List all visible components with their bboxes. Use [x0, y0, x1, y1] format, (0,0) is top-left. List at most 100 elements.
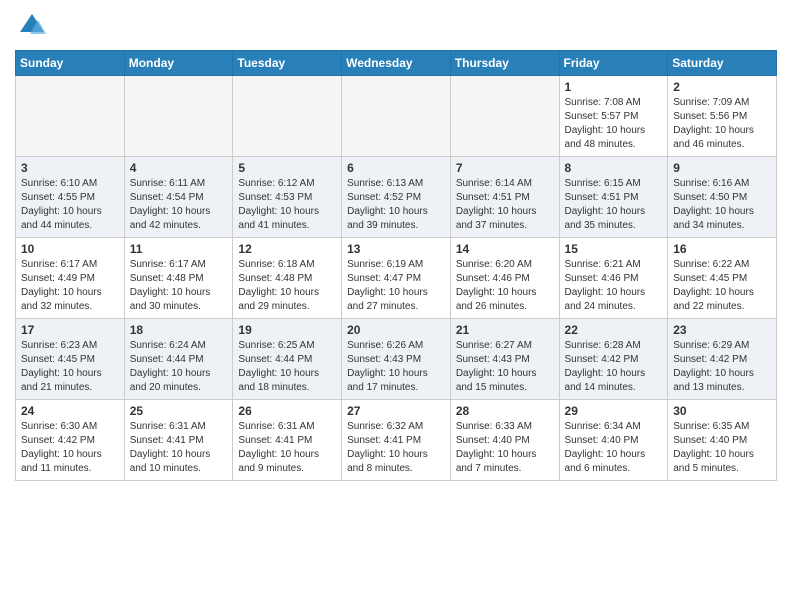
calendar-cell: 15 Sunrise: 6:21 AM Sunset: 4:46 PM Dayli…: [559, 238, 668, 319]
day-number: 10: [21, 242, 119, 256]
day-number: 11: [130, 242, 228, 256]
day-number: 19: [238, 323, 336, 337]
week-row-3: 10Sunrise: 6:17 AM Sunset: 4:49 PM Dayli…: [16, 238, 777, 319]
day-number: 18: [130, 323, 228, 337]
week-row-1: 1 Sunrise: 7:08 AM Sunset: 5:57 PM Daylig…: [16, 76, 777, 157]
day-info: Sunrise: 6:10 AM Sunset: 4:55 PM Dayligh…: [21, 177, 119, 233]
day-number: 4: [130, 161, 228, 175]
day-number: 24: [21, 404, 119, 418]
day-number: 26: [238, 404, 336, 418]
day-info: Sunrise: 6:19 AM Sunset: 4:47 PM Dayligh…: [347, 258, 445, 314]
day-info: Sunrise: 7:09 AM Sunset: 5:56 PM Dayligh…: [673, 96, 771, 152]
column-header-friday: Friday: [559, 51, 668, 76]
page-header: [15, 10, 777, 42]
day-number: 8: [565, 161, 663, 175]
day-info: Sunrise: 6:31 AM Sunset: 4:41 PM Dayligh…: [130, 420, 228, 476]
day-info: Sunrise: 6:21 AM Sunset: 4:46 PM Dayligh…: [565, 258, 663, 314]
day-info: Sunrise: 6:13 AM Sunset: 4:52 PM Dayligh…: [347, 177, 445, 233]
calendar-cell: 20 Sunrise: 6:26 AM Sunset: 4:43 PM Dayli…: [342, 319, 451, 400]
day-info: Sunrise: 6:33 AM Sunset: 4:40 PM Dayligh…: [456, 420, 554, 476]
day-number: 30: [673, 404, 771, 418]
day-number: 17: [21, 323, 119, 337]
calendar-cell: 6 Sunrise: 6:13 AM Sunset: 4:52 PM Daylig…: [342, 157, 451, 238]
logo-icon: [18, 12, 46, 40]
calendar-cell: 27 Sunrise: 6:32 AM Sunset: 4:41 PM Dayli…: [342, 400, 451, 481]
calendar-cell: [450, 76, 559, 157]
day-info: Sunrise: 6:18 AM Sunset: 4:48 PM Dayligh…: [238, 258, 336, 314]
calendar-cell: [16, 76, 125, 157]
day-info: Sunrise: 6:22 AM Sunset: 4:45 PM Dayligh…: [673, 258, 771, 314]
day-number: 1: [565, 80, 663, 94]
calendar-cell: 30 Sunrise: 6:35 AM Sunset: 4:40 PM Dayli…: [668, 400, 777, 481]
calendar-cell: 7 Sunrise: 6:14 AM Sunset: 4:51 PM Daylig…: [450, 157, 559, 238]
column-header-sunday: Sunday: [16, 51, 125, 76]
day-info: Sunrise: 6:15 AM Sunset: 4:51 PM Dayligh…: [565, 177, 663, 233]
day-number: 9: [673, 161, 771, 175]
calendar-cell: 18 Sunrise: 6:24 AM Sunset: 4:44 PM Dayli…: [124, 319, 233, 400]
calendar-cell: 28 Sunrise: 6:33 AM Sunset: 4:40 PM Dayli…: [450, 400, 559, 481]
day-info: Sunrise: 6:20 AM Sunset: 4:46 PM Dayligh…: [456, 258, 554, 314]
column-header-tuesday: Tuesday: [233, 51, 342, 76]
calendar-cell: 8 Sunrise: 6:15 AM Sunset: 4:51 PM Daylig…: [559, 157, 668, 238]
day-info: Sunrise: 6:30 AM Sunset: 4:42 PM Dayligh…: [21, 420, 119, 476]
day-number: 20: [347, 323, 445, 337]
calendar-cell: 23Sunrise: 6:29 AM Sunset: 4:42 PM Dayli…: [668, 319, 777, 400]
day-info: Sunrise: 6:16 AM Sunset: 4:50 PM Dayligh…: [673, 177, 771, 233]
calendar-table: SundayMondayTuesdayWednesdayThursdayFrid…: [15, 50, 777, 481]
day-number: 13: [347, 242, 445, 256]
day-info: Sunrise: 6:26 AM Sunset: 4:43 PM Dayligh…: [347, 339, 445, 395]
day-number: 27: [347, 404, 445, 418]
day-number: 5: [238, 161, 336, 175]
calendar-cell: 12 Sunrise: 6:18 AM Sunset: 4:48 PM Dayli…: [233, 238, 342, 319]
day-number: 12: [238, 242, 336, 256]
day-number: 21: [456, 323, 554, 337]
day-info: Sunrise: 6:32 AM Sunset: 4:41 PM Dayligh…: [347, 420, 445, 476]
calendar-cell: 24 Sunrise: 6:30 AM Sunset: 4:42 PM Dayli…: [16, 400, 125, 481]
calendar-cell: 17 Sunrise: 6:23 AM Sunset: 4:45 PM Dayli…: [16, 319, 125, 400]
calendar-cell: 10Sunrise: 6:17 AM Sunset: 4:49 PM Dayli…: [16, 238, 125, 319]
day-number: 14: [456, 242, 554, 256]
day-info: Sunrise: 6:14 AM Sunset: 4:51 PM Dayligh…: [456, 177, 554, 233]
day-info: Sunrise: 6:17 AM Sunset: 4:48 PM Dayligh…: [130, 258, 228, 314]
day-info: Sunrise: 6:12 AM Sunset: 4:53 PM Dayligh…: [238, 177, 336, 233]
week-row-4: 17 Sunrise: 6:23 AM Sunset: 4:45 PM Dayli…: [16, 319, 777, 400]
calendar-cell: 19 Sunrise: 6:25 AM Sunset: 4:44 PM Dayli…: [233, 319, 342, 400]
calendar-cell: [233, 76, 342, 157]
calendar-cell: 13 Sunrise: 6:19 AM Sunset: 4:47 PM Dayli…: [342, 238, 451, 319]
day-info: Sunrise: 6:24 AM Sunset: 4:44 PM Dayligh…: [130, 339, 228, 395]
calendar-cell: 16 Sunrise: 6:22 AM Sunset: 4:45 PM Dayli…: [668, 238, 777, 319]
calendar-cell: [124, 76, 233, 157]
day-info: Sunrise: 6:23 AM Sunset: 4:45 PM Dayligh…: [21, 339, 119, 395]
week-row-5: 24 Sunrise: 6:30 AM Sunset: 4:42 PM Dayli…: [16, 400, 777, 481]
day-number: 23: [673, 323, 771, 337]
day-number: 25: [130, 404, 228, 418]
calendar-cell: 25 Sunrise: 6:31 AM Sunset: 4:41 PM Dayli…: [124, 400, 233, 481]
day-number: 3: [21, 161, 119, 175]
day-info: Sunrise: 6:28 AM Sunset: 4:42 PM Dayligh…: [565, 339, 663, 395]
day-number: 28: [456, 404, 554, 418]
calendar-cell: 29Sunrise: 6:34 AM Sunset: 4:40 PM Dayli…: [559, 400, 668, 481]
calendar-cell: 2Sunrise: 7:09 AM Sunset: 5:56 PM Daylig…: [668, 76, 777, 157]
day-number: 22: [565, 323, 663, 337]
calendar-cell: 14 Sunrise: 6:20 AM Sunset: 4:46 PM Dayli…: [450, 238, 559, 319]
day-info: Sunrise: 6:27 AM Sunset: 4:43 PM Dayligh…: [456, 339, 554, 395]
calendar-cell: 1 Sunrise: 7:08 AM Sunset: 5:57 PM Daylig…: [559, 76, 668, 157]
day-number: 6: [347, 161, 445, 175]
day-number: 15: [565, 242, 663, 256]
column-header-wednesday: Wednesday: [342, 51, 451, 76]
column-header-saturday: Saturday: [668, 51, 777, 76]
column-header-monday: Monday: [124, 51, 233, 76]
day-number: 16: [673, 242, 771, 256]
column-header-thursday: Thursday: [450, 51, 559, 76]
day-info: Sunrise: 6:25 AM Sunset: 4:44 PM Dayligh…: [238, 339, 336, 395]
day-info: Sunrise: 6:35 AM Sunset: 4:40 PM Dayligh…: [673, 420, 771, 476]
day-number: 7: [456, 161, 554, 175]
calendar-cell: 11 Sunrise: 6:17 AM Sunset: 4:48 PM Dayli…: [124, 238, 233, 319]
day-info: Sunrise: 6:11 AM Sunset: 4:54 PM Dayligh…: [130, 177, 228, 233]
calendar-cell: 22 Sunrise: 6:28 AM Sunset: 4:42 PM Dayli…: [559, 319, 668, 400]
calendar-cell: 3 Sunrise: 6:10 AM Sunset: 4:55 PM Daylig…: [16, 157, 125, 238]
day-info: Sunrise: 6:31 AM Sunset: 4:41 PM Dayligh…: [238, 420, 336, 476]
day-info: Sunrise: 7:08 AM Sunset: 5:57 PM Dayligh…: [565, 96, 663, 152]
calendar-cell: 26 Sunrise: 6:31 AM Sunset: 4:41 PM Dayli…: [233, 400, 342, 481]
logo: [15, 14, 46, 42]
